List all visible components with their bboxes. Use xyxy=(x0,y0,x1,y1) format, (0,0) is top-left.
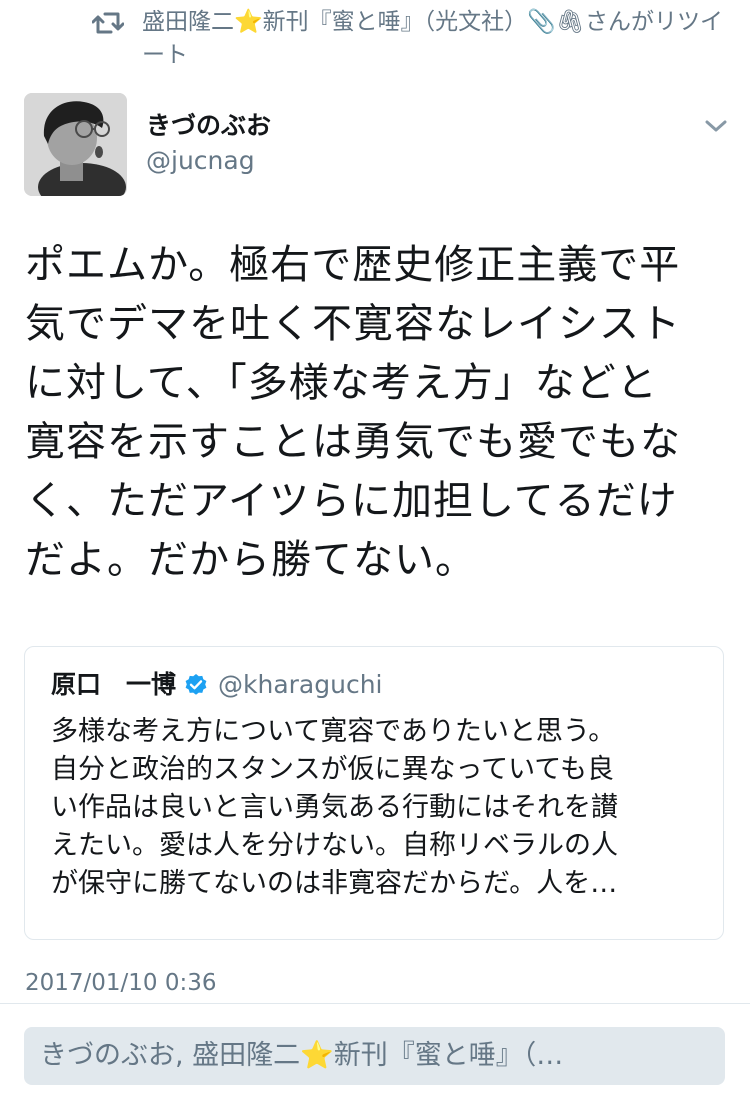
quoted-tweet-body: 多様な考え方について寛容でありたいと思う。 自分と政治的スタンスが仮に異なってい… xyxy=(51,713,707,903)
chevron-down-icon[interactable] xyxy=(703,116,729,136)
retweet-icon xyxy=(92,12,124,34)
quoted-line: が保守に勝てないのは非寛容だからだ。人を… xyxy=(51,868,618,899)
divider xyxy=(0,1003,750,1004)
tweet-line: 気でデマを吐く不寛容なレイシスト xyxy=(25,301,681,347)
quoted-line: えたい。愛は人を分けない。自称リベラルの人 xyxy=(51,830,618,861)
tweet-timestamp: 2017/01/10 0:36 xyxy=(25,970,217,996)
reply-input[interactable]: きづのぶお, 盛田隆二⭐新刊『蜜と唾』（… xyxy=(24,1027,725,1085)
avatar-image xyxy=(24,93,127,196)
avatar[interactable] xyxy=(24,93,127,196)
retweeted-by-text: 盛田隆二⭐新刊『蜜と唾』（光文社）📎🖇さんがリツイート xyxy=(142,9,723,68)
quoted-line: い作品は良いと言い勇気ある行動にはそれを讃 xyxy=(51,792,618,823)
author-display-name[interactable]: きづのぶお xyxy=(146,110,271,142)
quoted-line: 自分と政治的スタンスが仮に異なっていても良 xyxy=(51,754,614,785)
verified-badge-icon xyxy=(185,674,207,695)
retweet-context[interactable]: 盛田隆二⭐新刊『蜜と唾』（光文社）📎🖇さんがリツイート xyxy=(92,6,732,72)
tweet-line: ポエムか。極右で歴史修正主義で平 xyxy=(25,242,681,288)
quoted-line: 多様な考え方について寛容でありたいと思う。 xyxy=(51,716,616,747)
author-handle[interactable]: @jucnag xyxy=(146,145,255,177)
quoted-tweet-card[interactable]: 原口 一博 @kharaguchi 多様な考え方について寛容でありたいと思う。 … xyxy=(24,646,724,940)
tweet-line: く、ただアイツらに加担してるだけ xyxy=(25,478,678,524)
quoted-author-handle: @kharaguchi xyxy=(218,670,383,699)
tweet-line: に対して、「多様な考え方」などと xyxy=(25,360,658,406)
tweet-line: だよ。だから勝てない。 xyxy=(25,537,476,583)
quoted-tweet-header: 原口 一博 @kharaguchi xyxy=(51,669,383,701)
quoted-author-name: 原口 一博 xyxy=(51,670,177,699)
tweet-body: ポエムか。極右で歴史修正主義で平 気でデマを吐く不寛容なレイシスト に対して、「… xyxy=(25,236,725,590)
tweet-line: 寛容を示すことは勇気でも愛でもな xyxy=(25,419,681,465)
